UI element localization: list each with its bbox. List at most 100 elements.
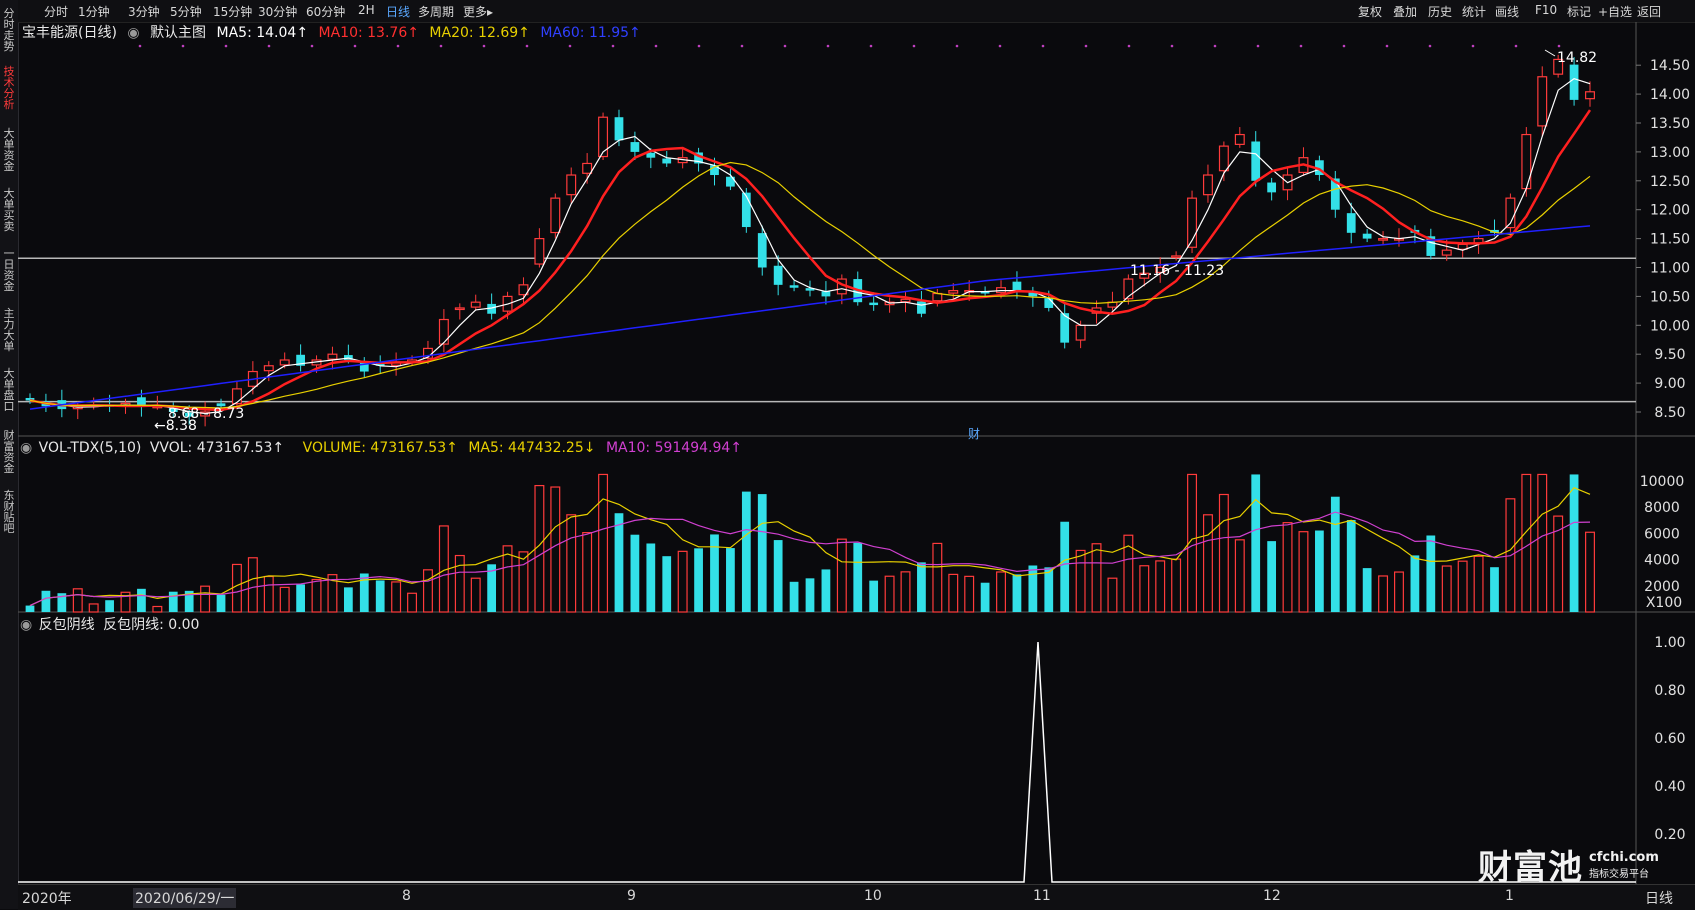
volume-bar-down — [1410, 555, 1420, 612]
volume-bar-up — [263, 575, 274, 613]
logo-tagline: 指标交易平台 — [1589, 868, 1649, 880]
main-chart-legend: 宝丰能源(日线) ◉ 默认主图 MA5: 14.04↑ MA10: 13.76↑… — [22, 22, 647, 42]
volume-bar-up — [72, 588, 83, 613]
volume-bar-up — [1218, 493, 1229, 613]
signal-dot — [181, 44, 185, 48]
volume-legend: ◉ VOL-TDX(5,10) VVOL: 473167.53↑ VOLUME:… — [20, 440, 748, 456]
volume-bar-down — [853, 542, 863, 612]
candle-body-up — [1378, 238, 1389, 241]
signal-dot — [1342, 44, 1346, 48]
price-tick-0: 8.50 — [1654, 405, 1685, 421]
volume-bar-down — [1569, 474, 1579, 612]
signal-dot — [998, 44, 1002, 48]
candle-body-down — [773, 265, 783, 285]
signal-dot — [138, 44, 142, 48]
volume-bar-up — [1585, 531, 1595, 613]
candle-body-up — [582, 162, 593, 174]
volume-bar-up — [1441, 565, 1452, 613]
volume-bar-up — [311, 578, 322, 613]
volume-bar-up — [1202, 514, 1213, 613]
volume-bar-down — [137, 588, 146, 612]
volume-bar-up — [1521, 473, 1532, 613]
volume-bar-up — [391, 581, 402, 613]
candle-body-up — [566, 174, 577, 196]
volume-bar-up — [1473, 555, 1484, 613]
signal-dot — [783, 44, 787, 48]
candle-body-up — [932, 292, 943, 302]
price-tick-9: 13.00 — [1650, 145, 1690, 161]
volume-bar-up — [200, 585, 211, 613]
volume-bar-down — [1330, 496, 1340, 612]
vol-unit-label: X100 — [1646, 595, 1682, 611]
price-tick-10: 13.50 — [1650, 116, 1690, 132]
indicator-dropdown-icon[interactable]: ◉ — [127, 25, 139, 41]
volume-bar-down — [741, 491, 751, 612]
volume-bar-up — [900, 571, 911, 613]
candle-body-up — [948, 290, 959, 294]
price-tick-6: 11.50 — [1650, 232, 1690, 248]
volume-bar-up — [1282, 522, 1293, 613]
signal-dot — [568, 44, 572, 48]
candle-body-down — [1569, 64, 1579, 100]
vol-tick-4: 10000 — [1640, 474, 1685, 490]
candle-body-down — [1267, 182, 1277, 193]
volume-bar-up — [422, 569, 433, 613]
vol-tick-0: 2000 — [1644, 579, 1680, 595]
volume-bar-down — [726, 548, 735, 612]
signal-dot — [439, 44, 443, 48]
candle-body-down — [1346, 213, 1356, 233]
volume-bar-down — [773, 540, 783, 612]
volume-bar-up — [1139, 565, 1150, 613]
volume-bar-down — [1490, 567, 1499, 612]
volume-bar-down — [1362, 568, 1372, 612]
ma5-line — [29, 78, 1591, 415]
volume-bar-down — [662, 556, 672, 612]
volume-bar-up — [884, 575, 895, 613]
volume-bar-down — [296, 584, 305, 612]
volume-bar-down — [41, 590, 51, 612]
volume-bar-down — [757, 494, 767, 612]
volume-bar-down — [821, 569, 831, 612]
vol-dropdown-icon[interactable]: ◉ — [20, 440, 32, 456]
volume-bar-down — [869, 580, 879, 612]
ind-indicator-value: 反包阴线: 0.00 — [103, 617, 200, 633]
ma20-value: MA20: 12.69↑ — [429, 25, 530, 41]
candle-body-up — [598, 116, 609, 158]
period-indicator[interactable]: 日线 — [1645, 888, 1673, 908]
price-tick-5: 11.00 — [1650, 261, 1690, 277]
signal-dot — [1514, 44, 1518, 48]
candle-body-up — [231, 388, 242, 405]
ind-indicator-name[interactable]: 反包阴线 — [39, 617, 95, 633]
volume-bar-up — [407, 592, 418, 613]
date-label-7: 1 — [1505, 888, 1514, 904]
volume-bar-down — [1426, 535, 1436, 612]
volume-bar-up — [598, 473, 609, 613]
ind-dropdown-icon[interactable]: ◉ — [20, 617, 32, 633]
vol-tick-2: 6000 — [1644, 526, 1680, 542]
volume-bar-up — [88, 603, 99, 613]
range-label-1: 8.68 - 8.73 — [168, 406, 244, 422]
volume-bar-up — [1091, 543, 1102, 613]
signal-dot — [869, 44, 873, 48]
volume-bar-up — [566, 514, 577, 613]
volume-bar-down — [105, 600, 114, 612]
main-indicator-name[interactable]: 默认主图 — [150, 25, 206, 41]
candle-body-down — [757, 233, 767, 268]
candle-body-down — [741, 192, 751, 228]
stock-title[interactable]: 宝丰能源(日线) — [22, 25, 117, 41]
date-label-5: 11 — [1033, 888, 1051, 904]
candle-body-up — [1218, 145, 1229, 172]
vol-indicator-name[interactable]: VOL-TDX(5,10) — [39, 440, 142, 456]
volume-bar-down — [1028, 565, 1038, 612]
signal-dot — [353, 44, 357, 48]
candle-body-down — [630, 142, 640, 152]
ind-tick-1: 0.40 — [1654, 779, 1685, 795]
signal-dot — [525, 44, 529, 48]
vvol-value: VVOL: 473167.53↑ — [149, 440, 285, 456]
signal-dot — [1471, 44, 1475, 48]
volume-bar-up — [1394, 571, 1404, 613]
volume-bar-up — [1298, 531, 1309, 613]
date-label-2: 8 — [402, 888, 411, 904]
volume-bar-up — [550, 486, 561, 613]
signal-dot — [1428, 44, 1432, 48]
